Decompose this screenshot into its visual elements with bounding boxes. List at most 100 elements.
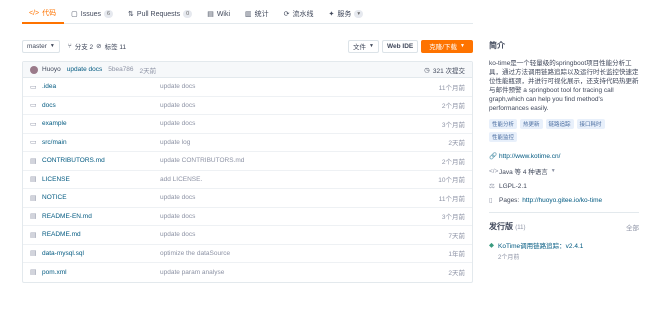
- tab-badge: 0: [183, 10, 193, 18]
- commit-message[interactable]: update docs: [67, 66, 102, 73]
- folder-icon: ▭: [30, 120, 37, 128]
- website-link[interactable]: http://www.kotime.cn/: [499, 153, 560, 160]
- tab-label: 流水线: [292, 11, 314, 18]
- table-row: ▤ CONTRIBUTORS.md update CONTRIBUTORS.md 2个…: [23, 152, 472, 171]
- tab-pull-requests[interactable]: ⇅ Pull Requests 0: [121, 5, 200, 24]
- topic-tag[interactable]: 链路追踪: [545, 119, 574, 129]
- pages-link[interactable]: http://huoyo.gitee.io/ko-time: [522, 197, 602, 204]
- tab-label: Wiki: [216, 10, 231, 18]
- file-icon: ▤: [30, 269, 37, 277]
- file-commit-time: 3个月前: [441, 214, 465, 222]
- file-name: data-mysql.sql: [42, 249, 84, 257]
- file-name: example: [42, 120, 67, 128]
- branch-select[interactable]: master ▼: [22, 39, 60, 53]
- webide-button[interactable]: Web IDE: [381, 39, 419, 53]
- file-commit-message[interactable]: update docs: [160, 83, 439, 90]
- commit-sha[interactable]: 5bea786: [108, 66, 133, 73]
- tab-pipeline[interactable]: ⟳ 流水线: [277, 5, 322, 24]
- webide-button-label: Web IDE: [386, 42, 414, 50]
- folder-icon: ▭: [30, 102, 37, 110]
- chevron-down-icon: ▼: [460, 43, 465, 49]
- table-row: ▤ NOTICE update docs 11个月前: [23, 189, 472, 208]
- branches-count: 分支 2: [74, 44, 94, 51]
- file-name-link[interactable]: ▤ LICENSE: [30, 175, 160, 184]
- file-name: pom.xml: [42, 268, 67, 276]
- file-name-link[interactable]: ▭ .idea: [30, 83, 160, 91]
- commit-author[interactable]: Huoyo: [42, 66, 61, 73]
- file-name: .idea: [42, 83, 57, 91]
- table-row: ▤ README.md update docs 7天前: [23, 226, 472, 245]
- topic-tag[interactable]: 性能分析: [489, 119, 518, 129]
- file-commit-message[interactable]: update docs: [160, 213, 442, 220]
- file-commit-message[interactable]: update log: [160, 139, 448, 146]
- tab-services[interactable]: ✦ 服务 ▾: [322, 5, 372, 24]
- file-list: Huoyo update docs 5bea786 2天前 ◷ 321 次提交 …: [22, 61, 473, 283]
- tab-wiki[interactable]: ▤ Wiki: [200, 5, 238, 24]
- repo-tabs: </> 代码 ▢ Issues 6 ⇅ Pull Requests 0 ▤ Wiki ▥ 统计 ⟳ 流水线…: [22, 5, 473, 24]
- folder-icon: ▭: [30, 139, 37, 147]
- file-name: src/main: [42, 138, 67, 146]
- file-name-link[interactable]: ▭ example: [30, 120, 160, 128]
- branch-icon: ⑂: [67, 42, 72, 50]
- release-name: KoTime调用链路追踪：v2.4.1: [498, 243, 584, 250]
- license-icon: ⚖: [489, 183, 495, 190]
- file-name-link[interactable]: ▤ README-EN.md: [30, 212, 160, 221]
- file-commit-message[interactable]: update docs: [160, 231, 448, 238]
- pages-row: ▯ Pages: http://huoyo.gitee.io/ko-time: [489, 196, 639, 205]
- latest-release[interactable]: ◆ KoTime调用链路追踪：v2.4.1: [489, 240, 639, 250]
- tag-icon: ◆: [489, 242, 494, 249]
- tab-label: 统计: [254, 11, 269, 18]
- file-name-link[interactable]: ▤ pom.xml: [30, 268, 160, 277]
- releases-header: 发行版 (11) 全部: [489, 221, 639, 232]
- file-name-link[interactable]: ▭ src/main: [30, 138, 160, 147]
- tab-issues[interactable]: ▢ Issues 6: [64, 5, 121, 24]
- file-name-link[interactable]: ▤ README.md: [30, 231, 160, 239]
- table-row: ▭ example update docs 3个月前: [23, 115, 472, 134]
- intro-title: 简介: [489, 41, 505, 50]
- branches-link[interactable]: ⑂ 分支 2 ⊘ 标签 11: [67, 41, 129, 52]
- topic-tag[interactable]: 性能监控: [489, 132, 518, 142]
- file-button[interactable]: 文件 ▼: [348, 39, 379, 53]
- pull-request-icon: ⇅: [128, 11, 134, 18]
- topic-tag[interactable]: 接口耗时: [576, 119, 605, 129]
- file-commit-message[interactable]: update param analyse: [160, 269, 448, 276]
- page-icon: ▯: [489, 197, 493, 204]
- file-commit-message[interactable]: update docs: [160, 120, 442, 127]
- code-icon: </>: [29, 9, 40, 17]
- file-commit-message[interactable]: update docs: [160, 194, 439, 201]
- commit-count-link[interactable]: ◷ 321 次提交: [424, 65, 465, 75]
- link-icon: 🔗: [489, 153, 498, 160]
- tab-label: 服务: [337, 11, 352, 18]
- file-commit-time: 2个月前: [441, 158, 465, 166]
- file-commit-message[interactable]: add LICENSE.: [160, 176, 438, 183]
- file-commit-time: 11个月前: [438, 84, 465, 92]
- file-commit-message[interactable]: update CONTRIBUTORS.md: [160, 157, 442, 164]
- file-name-link[interactable]: ▭ docs: [30, 101, 160, 110]
- clone-button[interactable]: 克隆/下载 ▼: [421, 39, 473, 53]
- table-row: ▭ docs update docs 2个月前: [23, 97, 472, 115]
- branch-bar: master ▼ ⑂ 分支 2 ⊘ 标签 11 文件 ▼ Web IDE 克隆/…: [22, 39, 473, 53]
- branch-select-label: master: [27, 42, 47, 50]
- tab-code[interactable]: </> 代码: [22, 5, 65, 24]
- file-commit-message[interactable]: update docs: [160, 102, 442, 109]
- file-commit-message[interactable]: optimize the dataSource: [160, 250, 448, 257]
- tab-label: 代码: [42, 10, 57, 17]
- releases-all-link[interactable]: 全部: [626, 222, 639, 232]
- topic-tag[interactable]: 热更新: [520, 119, 543, 129]
- file-commit-time: 11个月前: [438, 195, 465, 203]
- pages-label: Pages:: [499, 196, 520, 204]
- file-name-link[interactable]: ▤ data-mysql.sql: [30, 249, 160, 258]
- sidebar: 简介 ko-time是一个轻量级的springboot项目性能分析工具，通过方法…: [489, 40, 639, 261]
- license-link[interactable]: LGPL-2.1: [499, 183, 527, 190]
- issue-icon: ▢: [71, 11, 78, 18]
- file-name-link[interactable]: ▤ NOTICE: [30, 194, 160, 202]
- tag-icon: ⊘: [96, 43, 102, 50]
- file-icon: ▤: [30, 157, 37, 165]
- tab-stats[interactable]: ▥ 统计: [238, 5, 277, 24]
- avatar[interactable]: [30, 65, 38, 74]
- clone-button-label: 克隆/下载: [429, 44, 458, 51]
- file-name-link[interactable]: ▤ CONTRIBUTORS.md: [30, 157, 160, 165]
- file-icon: ▤: [30, 250, 37, 258]
- table-row: ▤ LICENSE add LICENSE. 10个月前: [23, 171, 472, 189]
- languages-row[interactable]: </> Java 等 4 种语言 ▼: [489, 166, 639, 177]
